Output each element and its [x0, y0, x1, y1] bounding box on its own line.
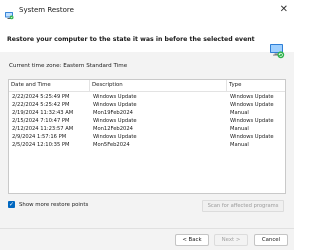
column-header-date[interactable]: Date and Time	[9, 80, 90, 91]
row-description: Mon12Feb2024	[93, 126, 133, 132]
column-header-description[interactable]: Description	[90, 80, 227, 91]
close-button[interactable]: ✕	[280, 2, 288, 18]
row-description: Windows Update	[93, 94, 137, 100]
row-date: 2/12/2024 11:23:57 AM	[12, 126, 74, 132]
show-more-restore-points[interactable]: ✓ Show more restore points	[8, 201, 88, 208]
scan-affected-programs-button[interactable]: Scan for affected programs	[202, 200, 284, 212]
row-date: 2/22/2024 5:25:49 PM	[12, 94, 70, 100]
page-heading: Restore your computer to the state it wa…	[7, 36, 255, 43]
next-button[interactable]: Next >	[214, 234, 248, 246]
row-description: Windows Update	[93, 118, 137, 124]
back-button[interactable]: < Back	[175, 234, 209, 246]
show-more-checkbox[interactable]: ✓	[8, 201, 15, 208]
title-bar: System Restore ✕	[0, 0, 294, 20]
row-date: 2/22/2024 5:25:42 PM	[12, 102, 70, 108]
footer-divider	[0, 228, 294, 229]
column-header-type[interactable]: Type	[227, 80, 285, 91]
timezone-label: Current time zone: Eastern Standard Time	[9, 63, 128, 69]
restore-monitor-icon	[268, 42, 286, 60]
row-type: Manual	[230, 142, 249, 148]
row-description: Windows Update	[93, 134, 137, 140]
row-description: Mon5Feb2024	[93, 142, 130, 148]
system-restore-window: System Restore ✕ Restore your computer t…	[0, 0, 294, 250]
row-date: 2/9/2024 1:57:16 PM	[12, 134, 67, 140]
row-description: Windows Update	[93, 102, 137, 108]
table-row[interactable]: 2/22/2024 5:25:49 PM Windows Update Wind…	[9, 93, 285, 101]
table-row[interactable]: 2/15/2024 7:10:47 PM Windows Update Wind…	[9, 117, 285, 125]
row-description: Mon19Feb2024	[93, 110, 133, 116]
cancel-button[interactable]: Cancel	[254, 234, 288, 246]
header-divider	[9, 91, 285, 92]
window-title: System Restore	[19, 6, 74, 14]
row-type: Windows Update	[230, 118, 274, 124]
show-more-label[interactable]: Show more restore points	[19, 202, 88, 208]
system-restore-icon	[4, 5, 14, 20]
row-type: Windows Update	[230, 134, 274, 140]
table-row[interactable]: 2/12/2024 11:23:57 AM Mon12Feb2024 Manua…	[9, 125, 285, 133]
restore-points-list[interactable]: Date and Time Description Type 2/22/2024…	[8, 79, 286, 194]
table-row[interactable]: 2/5/2024 12:10:35 PM Mon5Feb2024 Manual	[9, 141, 285, 149]
row-type: Windows Update	[230, 94, 274, 100]
row-type: Manual	[230, 110, 249, 116]
header-panel: Restore your computer to the state it wa…	[0, 20, 294, 59]
table-row[interactable]: 2/19/2024 11:32:43 AM Mon19Feb2024 Manua…	[9, 109, 285, 117]
row-type: Manual	[230, 126, 249, 132]
table-row[interactable]: 2/9/2024 1:57:16 PM Windows Update Windo…	[9, 133, 285, 141]
row-date: 2/19/2024 11:32:43 AM	[12, 110, 74, 116]
row-date: 2/5/2024 12:10:35 PM	[12, 142, 70, 148]
row-date: 2/15/2024 7:10:47 PM	[12, 118, 70, 124]
row-type: Windows Update	[230, 102, 274, 108]
table-row[interactable]: 2/22/2024 5:25:42 PM Windows Update Wind…	[9, 101, 285, 109]
